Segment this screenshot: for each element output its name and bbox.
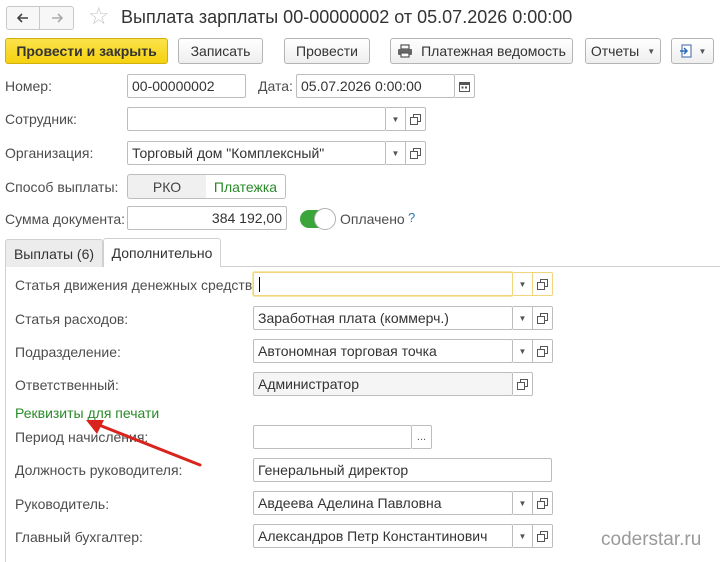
help-icon[interactable]: ? bbox=[408, 210, 415, 225]
open-form-icon bbox=[537, 530, 548, 542]
open-form-icon bbox=[410, 113, 421, 125]
paid-label: Оплачено bbox=[340, 211, 405, 227]
number-label: Номер: bbox=[5, 78, 52, 94]
expense-item-open-button[interactable] bbox=[533, 306, 553, 330]
paid-toggle[interactable] bbox=[300, 208, 336, 230]
payment-method-payment-order[interactable]: Платежка bbox=[206, 174, 286, 199]
head-position-field[interactable]: Генеральный директор bbox=[253, 458, 552, 482]
chief-accountant-label: Главный бухгалтер: bbox=[15, 529, 143, 545]
organization-label: Организация: bbox=[5, 145, 94, 161]
payroll-statement-button[interactable]: Платежная ведомость bbox=[390, 38, 573, 64]
save-button[interactable]: Записать bbox=[178, 38, 263, 64]
employee-dropdown-button[interactable]: ▼ bbox=[386, 107, 406, 131]
amount-label: Сумма документа: bbox=[5, 211, 126, 227]
forward-button[interactable] bbox=[40, 6, 74, 30]
more-actions-button[interactable]: ▼ bbox=[671, 38, 714, 64]
panel-border bbox=[5, 267, 6, 562]
responsible-open-button[interactable] bbox=[513, 372, 533, 396]
chevron-down-icon: ▼ bbox=[518, 346, 527, 356]
text-cursor bbox=[259, 276, 260, 292]
payment-method-rko[interactable]: РКО bbox=[127, 174, 207, 199]
number-field[interactable]: 00-00000002 bbox=[127, 74, 246, 98]
chief-accountant-open-button[interactable] bbox=[533, 524, 553, 548]
cash-flow-item-open-button[interactable] bbox=[533, 272, 553, 296]
calendar-icon bbox=[459, 81, 470, 92]
division-field[interactable]: Автономная торговая точка bbox=[253, 339, 513, 363]
arrow-right-icon bbox=[51, 13, 63, 23]
open-form-icon bbox=[537, 312, 548, 324]
chevron-down-icon: ▼ bbox=[518, 313, 527, 323]
date-field[interactable]: 05.07.2026 0:00:00 bbox=[296, 74, 455, 98]
chevron-down-icon: ▼ bbox=[518, 498, 527, 508]
employee-label: Сотрудник: bbox=[5, 111, 77, 127]
division-dropdown-button[interactable]: ▼ bbox=[513, 339, 533, 363]
open-form-icon bbox=[517, 378, 528, 390]
expense-item-dropdown-button[interactable]: ▼ bbox=[513, 306, 533, 330]
employee-open-button[interactable] bbox=[406, 107, 426, 131]
chevron-down-icon: ▼ bbox=[518, 531, 527, 541]
amount-field[interactable]: 384 192,00 bbox=[127, 206, 287, 230]
back-button[interactable] bbox=[6, 6, 40, 30]
star-icon[interactable]: ☆ bbox=[88, 5, 110, 29]
cash-flow-item-field[interactable] bbox=[253, 272, 513, 296]
division-label: Подразделение: bbox=[15, 344, 121, 360]
organization-field[interactable]: Торговый дом "Комплексный" bbox=[127, 141, 386, 165]
expense-item-label: Статья расходов: bbox=[15, 311, 129, 327]
accrual-period-select-button[interactable]: ... bbox=[412, 425, 432, 449]
arrow-left-icon bbox=[17, 13, 28, 23]
chevron-down-icon: ▼ bbox=[518, 279, 527, 289]
head-label: Руководитель: bbox=[15, 496, 110, 512]
calendar-button[interactable] bbox=[455, 74, 475, 98]
post-and-close-button[interactable]: Провести и закрыть bbox=[5, 38, 168, 64]
chief-accountant-field[interactable]: Александров Петр Константинович bbox=[253, 524, 513, 548]
chevron-down-icon: ▼ bbox=[391, 148, 400, 158]
responsible-field[interactable]: Администратор bbox=[253, 372, 513, 396]
cash-flow-item-dropdown-button[interactable]: ▼ bbox=[513, 272, 533, 296]
chevron-down-icon: ▼ bbox=[647, 46, 656, 56]
reports-button[interactable]: Отчеты ▼ bbox=[585, 38, 661, 64]
reports-label: Отчеты bbox=[590, 43, 640, 59]
cash-flow-item-label: Статья движения денежных средств: bbox=[15, 277, 257, 293]
head-field[interactable]: Авдеева Аделина Павловна bbox=[253, 491, 513, 515]
chief-accountant-dropdown-button[interactable]: ▼ bbox=[513, 524, 533, 548]
organization-dropdown-button[interactable]: ▼ bbox=[386, 141, 406, 165]
accrual-period-field[interactable] bbox=[253, 425, 412, 449]
chevron-down-icon: ▼ bbox=[391, 114, 400, 124]
date-label: Дата: bbox=[258, 78, 293, 94]
printer-icon bbox=[398, 44, 413, 58]
open-form-icon bbox=[410, 147, 421, 159]
open-form-icon bbox=[537, 345, 548, 357]
annotation-arrow-icon bbox=[86, 420, 202, 467]
tab-divider bbox=[221, 266, 720, 267]
head-open-button[interactable] bbox=[533, 491, 553, 515]
document-arrow-icon bbox=[679, 44, 692, 58]
payroll-statement-label: Платежная ведомость bbox=[421, 43, 566, 59]
organization-open-button[interactable] bbox=[406, 141, 426, 165]
head-dropdown-button[interactable]: ▼ bbox=[513, 491, 533, 515]
payment-method-label: Способ выплаты: bbox=[5, 179, 119, 195]
division-open-button[interactable] bbox=[533, 339, 553, 363]
tab-payments[interactable]: Выплаты (6) bbox=[5, 239, 103, 267]
responsible-label: Ответственный: bbox=[15, 377, 119, 393]
watermark: coderstar.ru bbox=[601, 529, 702, 550]
chevron-down-icon: ▼ bbox=[698, 46, 707, 56]
tab-additional[interactable]: Дополнительно bbox=[103, 238, 221, 267]
page-title: Выплата зарплаты 00-00000002 от 05.07.20… bbox=[121, 7, 573, 27]
employee-field[interactable] bbox=[127, 107, 386, 131]
post-button[interactable]: Провести bbox=[284, 38, 370, 64]
expense-item-field[interactable]: Заработная плата (коммерч.) bbox=[253, 306, 513, 330]
open-form-icon bbox=[537, 278, 548, 290]
open-form-icon bbox=[537, 497, 548, 509]
